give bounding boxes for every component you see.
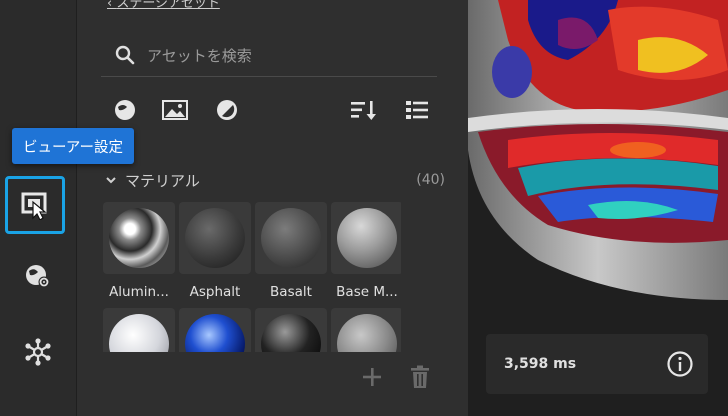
- material-preview: [337, 314, 397, 352]
- material-preview: [109, 314, 169, 352]
- lights-filter-icon: [217, 100, 237, 120]
- sort-button[interactable]: [349, 96, 377, 124]
- material-tile-base-material[interactable]: [331, 202, 401, 274]
- back-link-label: ステージアセット: [116, 0, 220, 11]
- assets-panel: ‹ ステージアセット アセットを検索 マテリアル (40) Alumin... …: [77, 0, 468, 416]
- material-tile-asphalt[interactable]: [179, 202, 251, 274]
- search-field[interactable]: アセットを検索: [101, 34, 437, 77]
- sort-icon: [351, 101, 376, 120]
- render-preview-image: [468, 0, 728, 300]
- material-preview: [109, 208, 169, 268]
- left-rail: [0, 0, 77, 416]
- materials-section-header[interactable]: マテリアル (40): [105, 168, 445, 192]
- add-button[interactable]: [359, 364, 385, 390]
- material-label: Basalt: [270, 284, 312, 300]
- material-tile[interactable]: [179, 308, 251, 352]
- material-label: Asphalt: [189, 284, 241, 300]
- scene-graph-icon: [25, 338, 51, 366]
- tooltip-text: ビューアー設定: [23, 139, 124, 156]
- materials-filter-icon: [115, 100, 135, 120]
- scene-graph-button[interactable]: [6, 322, 70, 382]
- add-icon: [363, 368, 381, 386]
- render-time-value: 3,598 ms: [504, 356, 577, 372]
- material-preview: [261, 208, 321, 268]
- materials-filter-button[interactable]: [111, 96, 139, 124]
- search-placeholder: アセットを検索: [147, 46, 252, 65]
- back-link[interactable]: ‹ ステージアセット: [107, 0, 220, 11]
- list-view-button[interactable]: [403, 96, 431, 124]
- viewport[interactable]: 3,598 ms: [468, 0, 728, 416]
- section-title: マテリアル: [125, 171, 200, 190]
- render-time-box: 3,598 ms: [486, 334, 708, 394]
- environment-icon: [26, 265, 50, 288]
- delete-button[interactable]: [407, 364, 433, 390]
- section-count: (40): [416, 172, 445, 188]
- material-tile[interactable]: [255, 308, 327, 352]
- trash-icon: [411, 365, 429, 388]
- chevron-down-icon: [106, 177, 116, 184]
- material-tile-aluminum[interactable]: [103, 202, 175, 274]
- lights-filter-button[interactable]: [213, 96, 241, 124]
- viewer-settings-icon: [21, 192, 47, 220]
- material-grid: Alumin... Asphalt Basalt Base M...: [101, 202, 401, 352]
- list-view-icon: [406, 101, 428, 119]
- images-filter-icon: [162, 100, 188, 120]
- material-label: Base M...: [336, 284, 398, 300]
- images-filter-button[interactable]: [161, 96, 189, 124]
- material-preview: [261, 314, 321, 352]
- material-preview: [185, 208, 245, 268]
- back-arrow-icon: ‹: [107, 0, 117, 11]
- material-tile[interactable]: [331, 308, 401, 352]
- material-tile[interactable]: [103, 308, 175, 352]
- material-preview: [185, 314, 245, 352]
- material-tile-basalt[interactable]: [255, 202, 327, 274]
- info-icon[interactable]: [666, 350, 694, 378]
- material-preview: [337, 208, 397, 268]
- material-label: Alumin...: [109, 284, 169, 300]
- search-icon: [115, 45, 135, 65]
- environment-button[interactable]: [6, 246, 70, 306]
- viewer-settings-button[interactable]: [5, 176, 65, 234]
- viewer-settings-tooltip: ビューアー設定: [12, 128, 135, 164]
